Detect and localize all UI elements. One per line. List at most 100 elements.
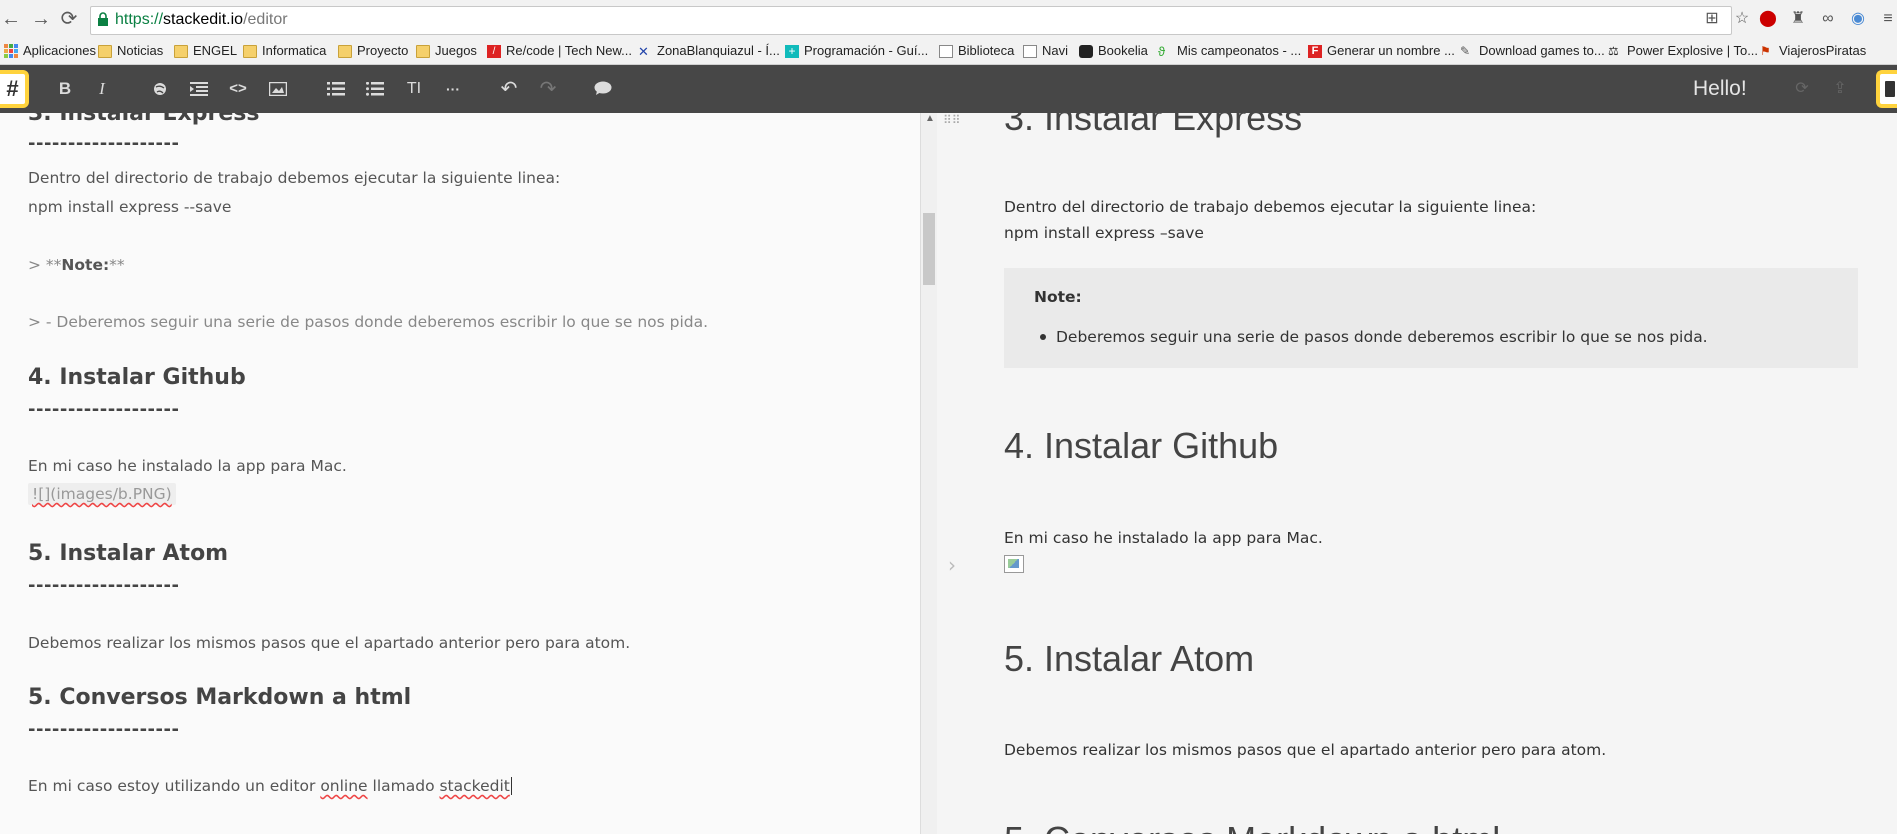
menu-icon[interactable]: ≡ — [1878, 9, 1897, 29]
preview-heading: 4. Instalar Github — [1004, 425, 1279, 466]
editor-paragraph: Debemos realizar los mismos pasos que el… — [28, 634, 631, 652]
editor-heading: 3. Instalar Express — [28, 113, 260, 126]
bookmark-campeonatos[interactable]: ϑ Mis campeonatos - ... — [1158, 41, 1301, 61]
editor-underline: ------------------- — [28, 133, 180, 154]
apps-icon — [4, 44, 18, 58]
preview-heading: 3. Instalar Express — [1004, 113, 1303, 138]
f-icon: F — [1308, 44, 1322, 58]
italic-button[interactable]: I — [94, 77, 110, 101]
bookmark-label: Proyecto — [357, 43, 409, 58]
browser-address-bar: ← → ⟳ https://stackedit.io/editor ⊞ ☆ ⬤ … — [0, 0, 1897, 40]
preview-paragraph: En mi caso he instalado la app para Mac. — [1004, 529, 1323, 547]
url-text: https://stackedit.io/editor — [115, 11, 288, 29]
horizontal-rule-button[interactable]: ··· — [442, 77, 464, 101]
comment-button[interactable] — [592, 77, 614, 101]
image-button[interactable] — [267, 77, 289, 101]
editor-paragraph: Dentro del directorio de trabajo debemos… — [28, 169, 561, 187]
resize-grip-icon[interactable]: ⠿⠿ — [943, 113, 961, 127]
preview-paragraph: Debemos realizar los mismos pasos que el… — [1004, 741, 1607, 759]
editor-quote: > **Note:** — [28, 256, 125, 274]
link-button[interactable] — [150, 77, 170, 101]
page-icon — [1023, 44, 1037, 58]
bookmark-power-explosive[interactable]: ⚖ Power Explosive | To... — [1608, 41, 1758, 61]
undo-button[interactable]: ↶ — [498, 77, 520, 101]
bookmark-label: Bookelia — [1098, 43, 1148, 58]
extension-binoculars-icon[interactable]: ∞ — [1818, 9, 1838, 29]
bookmark-label: Power Explosive | To... — [1627, 43, 1759, 58]
bookmark-folder[interactable]: Proyecto — [338, 41, 408, 61]
bookmark-apps[interactable]: Aplicaciones — [4, 41, 96, 61]
scroll-up-arrow-icon[interactable]: ▲ — [925, 113, 935, 124]
bullet-icon — [1040, 334, 1046, 340]
bookmark-zona[interactable]: ✕ ZonaBlanquiazul - Í... — [638, 41, 780, 61]
preview-paragraph: Dentro del directorio de trabajo debemos… — [1004, 198, 1537, 216]
bookmark-download-games[interactable]: ✎ Download games to... — [1460, 41, 1605, 61]
editor-paragraph: npm install express --save — [28, 198, 232, 216]
reload-icon[interactable]: ⟳ — [58, 8, 80, 30]
folder-icon — [243, 44, 257, 58]
url-protocol: https:// — [115, 11, 164, 28]
bookmark-label: Aplicaciones — [23, 43, 96, 58]
quote-bold: Note: — [61, 256, 110, 274]
ordered-list-button[interactable] — [325, 77, 347, 101]
forward-icon[interactable]: → — [30, 8, 52, 30]
extension-icons: ⬤ ♜ ∞ ◉ ≡ — [1758, 9, 1897, 29]
bookmark-biblioteca[interactable]: Biblioteca — [939, 41, 1014, 61]
bold-button[interactable]: B — [55, 77, 75, 101]
blockquote-button[interactable] — [188, 77, 210, 101]
bookmark-viajeros[interactable]: ⚑ ViajerosPiratas — [1760, 41, 1866, 61]
bookmark-label: Navi — [1042, 43, 1069, 58]
url-input[interactable]: https://stackedit.io/editor — [90, 6, 1732, 35]
translate-icon[interactable]: ⊞ — [1702, 9, 1722, 29]
scrollbar-thumb[interactable] — [923, 213, 935, 285]
editor-image-code: ![](images/b.PNG) — [28, 483, 176, 505]
adblock-icon[interactable]: ⬤ — [1758, 9, 1778, 29]
document-title[interactable]: Hello! — [1693, 77, 1747, 101]
publish-icon[interactable]: ⇪ — [1830, 77, 1850, 101]
image-icon — [268, 81, 288, 97]
preview-heading: 5. Conversos Markdown a html — [1004, 819, 1500, 834]
bookmark-folder[interactable]: Noticias — [98, 41, 163, 61]
code-button[interactable]: <> — [226, 77, 250, 101]
bookmark-folder[interactable]: Juegos — [416, 41, 477, 61]
bookmark-programacion[interactable]: + Programación - Guí... — [785, 41, 928, 61]
bookmark-folder[interactable]: ENGEL — [174, 41, 237, 61]
editor-scrollbar[interactable]: ▲ — [920, 113, 937, 834]
bookmark-label: Re/code | Tech New... — [506, 43, 632, 58]
heading-button[interactable]: TI — [402, 77, 426, 101]
sync-icon[interactable]: ⟳ — [1792, 77, 1812, 101]
bookmark-label: Mis campeonatos - ... — [1177, 43, 1302, 58]
bookmark-label: Noticias — [117, 43, 164, 58]
note-title: Note: — [1034, 288, 1082, 306]
extension-ghost-icon[interactable]: ♜ — [1788, 9, 1808, 29]
bookmark-folder[interactable]: Informatica — [243, 41, 326, 61]
paragraph-text: En mi caso estoy utilizando un editor — [28, 777, 321, 795]
back-icon[interactable]: ← — [0, 8, 22, 30]
markdown-editor[interactable]: 3. Instalar Express ------------------- … — [0, 113, 920, 834]
address-bar-icons: ⊞ ☆ — [1702, 9, 1752, 29]
bookmark-recode[interactable]: / Re/code | Tech New... — [487, 41, 632, 61]
preview-heading: 5. Instalar Atom — [1004, 638, 1255, 679]
bookmark-generar[interactable]: F Generar un nombre ... — [1308, 41, 1455, 61]
editor-heading: 5. Conversos Markdown a html — [28, 685, 412, 710]
bookmark-bookelia[interactable]: Bookelia — [1079, 41, 1148, 61]
bullet-list-button[interactable] — [364, 77, 386, 101]
trash-button[interactable] — [1876, 70, 1897, 108]
redo-button[interactable]: ↷ — [537, 77, 559, 101]
ordered-list-icon — [327, 82, 345, 96]
broken-image-icon — [1004, 555, 1024, 573]
menu-hash-button[interactable]: # — [0, 70, 29, 108]
plus-icon: + — [785, 44, 799, 58]
editor-paragraph: En mi caso he instalado la app para Mac. — [28, 457, 347, 475]
bullet-list-icon — [366, 81, 384, 96]
folder-icon — [174, 44, 188, 58]
extension-globe-icon[interactable]: ◉ — [1848, 9, 1868, 29]
url-path: /editor — [243, 11, 288, 28]
editor-toolbar: # B I <> TI ··· ↶ ↷ Hello! ⟳ ⇪ — [0, 65, 1897, 113]
bookmark-navi[interactable]: Navi — [1023, 41, 1068, 61]
editor-quote: > - Deberemos seguir una serie de pasos … — [28, 313, 709, 331]
editor-underline: ------------------- — [28, 719, 180, 740]
bookmark-star-icon[interactable]: ☆ — [1732, 9, 1752, 29]
bookmark-label: Biblioteca — [958, 43, 1015, 58]
chevron-right-icon[interactable]: › — [948, 553, 956, 577]
